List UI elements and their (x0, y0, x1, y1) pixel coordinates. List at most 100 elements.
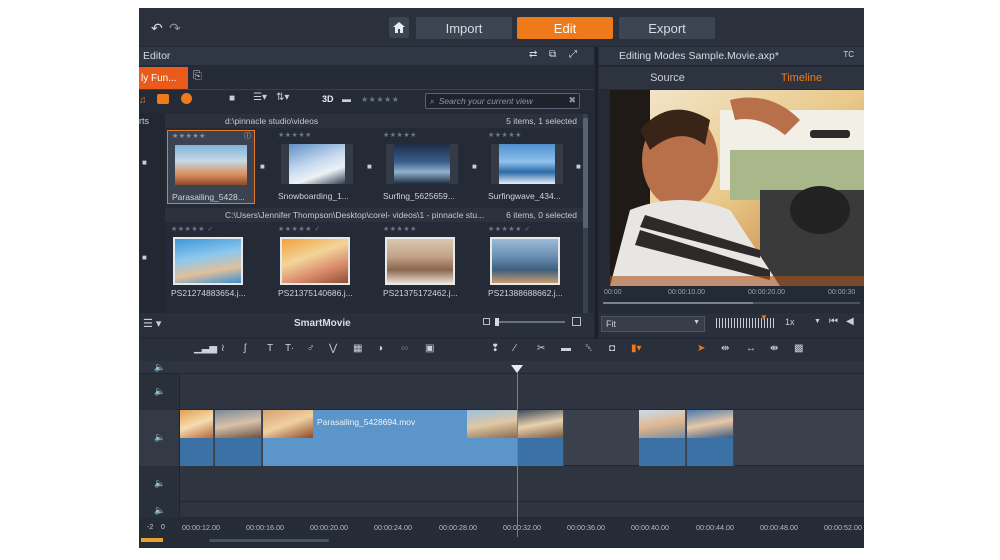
timeline-clip[interactable] (639, 410, 686, 466)
track-3-speaker-icon[interactable]: 🔈 (154, 478, 165, 489)
video-preview[interactable] (610, 90, 864, 286)
media-item-photo-3[interactable]: ★★★★★ PS21375172462.j... (379, 224, 467, 298)
playhead-line[interactable] (517, 372, 518, 537)
zoom-large-icon[interactable] (572, 317, 581, 326)
scrollbar-thumb[interactable] (583, 118, 588, 228)
magnet-icon[interactable]: ▮▾ (631, 343, 642, 354)
media-item-photo-1[interactable]: ★★★★★ ✓ PS21274883654.j... (167, 224, 255, 298)
item-rating[interactable]: ★★★★★ (383, 131, 417, 139)
multicam-icon[interactable]: ▦ (353, 343, 362, 354)
media-item-snowboarding[interactable]: ★★★★★ Snowboarding_1... (274, 130, 362, 204)
track-3[interactable] (139, 466, 864, 502)
preview-ruler[interactable]: 00:00 00:00:10.00 00:00:20.00 00:00:30 (599, 286, 864, 310)
snap-icon[interactable]: ≀ (221, 343, 225, 354)
sidebar-folder-icon-1[interactable]: ■ (142, 158, 147, 167)
fit-dropdown[interactable]: Fit ▼ (601, 316, 705, 332)
timeline-clip[interactable] (215, 410, 262, 466)
dynamic-split-icon[interactable]: ✂ (537, 343, 545, 354)
info-icon[interactable]: ⓘ (244, 131, 251, 141)
view-3d-toggle[interactable]: 3D (322, 94, 334, 104)
speed-chevron-icon[interactable]: ▼ (814, 318, 821, 325)
timeline-clip-parasailing[interactable]: Parasailing_5428694.mov (263, 410, 518, 466)
media-item-photo-2[interactable]: ★★★★★ ✓ PS21375140686.j... (274, 224, 362, 298)
item-rating[interactable]: ★★★★★ ✓ (278, 225, 321, 233)
go-to-start-icon[interactable]: ⏮ (829, 316, 838, 327)
trim-tool-icon[interactable]: ⇹ (721, 343, 729, 354)
speed-selector[interactable]: 1x (785, 317, 795, 327)
item-rating[interactable]: ★★★★★ (488, 131, 522, 139)
split-icon[interactable]: ❢ (491, 343, 499, 354)
color-icon[interactable]: ◑ (377, 343, 383, 354)
copy-icon[interactable]: ⧉ (549, 49, 556, 60)
library-tab[interactable]: ly Fun... (139, 67, 188, 89)
pointer-tool-icon[interactable]: ➤ (697, 343, 705, 354)
transition-icon[interactable]: ⋁ (329, 343, 337, 354)
track-4-speaker-icon[interactable]: 🔈 (154, 505, 165, 516)
folder-header-1[interactable]: d:\pinnacle studio\videos 5 items, 1 sel… (165, 114, 585, 128)
screen-icon[interactable]: ▣ (425, 343, 434, 354)
timecode-toggle[interactable]: TC (843, 50, 854, 59)
zoom-small-icon[interactable] (483, 318, 490, 325)
delete-icon[interactable]: ␡ (585, 343, 593, 354)
list-view-icon[interactable]: ☰▾ (253, 92, 267, 103)
home-button[interactable] (389, 17, 409, 38)
folder-header-2[interactable]: C:\Users\Jennifer Thompson\Desktop\corel… (165, 208, 585, 222)
item-rating[interactable]: ★★★★★ (278, 131, 312, 139)
timeline-clip[interactable] (518, 410, 564, 466)
tab-timeline[interactable]: Timeline (739, 68, 864, 88)
timeline-clip[interactable] (180, 410, 214, 466)
rating-filter[interactable]: ★★★★★ (361, 95, 399, 104)
item-rating[interactable]: ★★★★★ (172, 132, 206, 140)
item-rating[interactable]: ★★★★★ ✓ (488, 225, 531, 233)
timeline-clip[interactable] (687, 410, 734, 466)
media-item-parasailing[interactable]: ★★★★★ ⓘ Parasailing_5428... (167, 130, 255, 204)
undo-icon[interactable]: ↶ (151, 20, 163, 37)
item-rating[interactable]: ★★★★★ (383, 225, 417, 233)
slide-tool-icon[interactable]: ⇼ (770, 343, 778, 354)
step-back-icon[interactable]: ◀ (846, 316, 854, 327)
speaker-icon[interactable]: 🔈 (154, 362, 165, 373)
item-rating[interactable]: ★★★★★ ✓ (171, 225, 214, 233)
folder-icon[interactable]: ■ (229, 93, 235, 104)
marker-icon[interactable]: ʃ (244, 343, 246, 354)
tab-source[interactable]: Source (599, 68, 736, 88)
media-filter-icon[interactable] (157, 94, 169, 104)
music-filter-icon[interactable]: ♫ (139, 95, 147, 106)
media-item-surfing[interactable]: ★★★★★ Surfing_5625659... (379, 130, 467, 204)
snapshot-icon[interactable]: ◘ (609, 343, 615, 354)
voiceover-icon[interactable]: ♂ (307, 343, 315, 354)
edit-mode-button[interactable]: Edit (517, 17, 613, 39)
title-icon[interactable]: T (267, 343, 273, 354)
zoom-slider-handle[interactable] (495, 318, 499, 326)
menu-icon[interactable]: ☰ ▾ (143, 317, 161, 330)
expand-icon[interactable]: ⤢ (569, 49, 577, 60)
track-1[interactable] (139, 374, 864, 410)
tag-icon[interactable]: ▬ (342, 94, 351, 104)
tab-add-icon[interactable]: ⎘ (193, 70, 202, 83)
link-icon[interactable]: ∞ (401, 343, 408, 354)
zoom-slider[interactable] (495, 318, 565, 326)
timeline-hscrollbar[interactable] (209, 539, 329, 542)
image-tool-icon[interactable]: ▩ (794, 343, 803, 354)
track-2-speaker-icon[interactable]: 🔈 (154, 432, 165, 443)
sidebar-folder-icon-2[interactable]: ■ (142, 253, 147, 262)
track-4[interactable] (139, 502, 864, 518)
swap-icon[interactable]: ⇄ (529, 49, 537, 60)
razor-icon[interactable]: ∕ (514, 343, 516, 354)
search-input[interactable]: ⌕ Search your current view ✖ (425, 93, 580, 109)
smartmovie-label[interactable]: SmartMovie (294, 318, 351, 329)
preview-scrubber[interactable] (603, 302, 860, 304)
media-item-photo-4[interactable]: ★★★★★ ✓ PS21388688662.j... (484, 224, 572, 298)
export-mode-button[interactable]: Export (619, 17, 715, 39)
redo-icon[interactable]: ↷ (169, 20, 181, 37)
media-item-surfingwave[interactable]: ★★★★★ Surfingwave_434... (484, 130, 572, 204)
track-1-speaker-icon[interactable]: 🔈 (154, 386, 165, 397)
import-mode-button[interactable]: Import (416, 17, 512, 39)
ripple-icon[interactable]: ▬ (561, 343, 571, 354)
effects-filter-icon[interactable] (181, 93, 192, 104)
library-scrollbar[interactable] (583, 114, 588, 314)
timeline-ruler[interactable]: 00:00:12.00 00:00:16.00 00:00:20.00 00:0… (180, 518, 864, 536)
slip-tool-icon[interactable]: ↔ (746, 343, 756, 354)
subtitle-icon[interactable]: T∙ (285, 343, 294, 354)
audio-mixer-icon[interactable]: ▁▃▅ (194, 343, 217, 354)
